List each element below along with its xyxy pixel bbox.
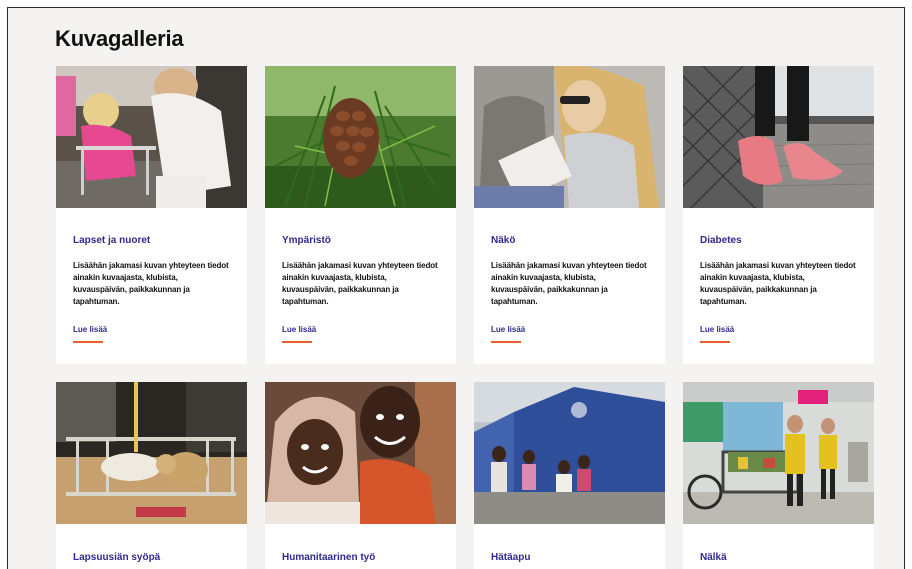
card-image-relief-tents[interactable] [474,382,665,524]
card-title[interactable]: Humanitaarinen työ [282,552,375,563]
gallery-card-diabetes[interactable]: Diabetes Lisäähän jakamasi kuvan yhteyte… [683,66,874,364]
card-image-reading-girl[interactable] [474,66,665,208]
card-title[interactable]: Nälkä [700,552,727,563]
card-image-hospital-crib[interactable] [56,382,247,524]
link-underline [491,341,521,343]
gallery-card-nako[interactable]: Näkö Lisäähän jakamasi kuvan yhteyteen t… [474,66,665,364]
read-more-link[interactable]: Lue lisää [491,325,525,334]
page-title: Kuvagalleria [55,26,184,51]
card-title[interactable]: Lapsuusiän syöpä [73,552,160,563]
card-image-smiling-children[interactable] [265,382,456,524]
card-description: Lisäähän jakamasi kuvan yhteyteen tiedot… [73,261,229,306]
card-image-food-collection[interactable] [683,382,874,524]
gallery-card-nalka[interactable]: Nälkä [683,382,874,569]
gallery-card-humanitaarinen-tyo[interactable]: Humanitaarinen työ [265,382,456,569]
gallery-card-hataapu[interactable]: Hätäapu [474,382,665,569]
read-more-link[interactable]: Lue lisää [73,325,107,334]
gallery-card-ymparisto[interactable]: Ympäristö Lisäähän jakamasi kuvan yhteyt… [265,66,456,364]
card-image-children[interactable] [56,66,247,208]
card-image-pink-shoes[interactable] [683,66,874,208]
card-title[interactable]: Diabetes [700,235,742,246]
gallery-card-lapsuusian-syopa[interactable]: Lapsuusiän syöpä [56,382,247,569]
card-title[interactable]: Näkö [491,235,515,246]
gallery-page: Kuvagalleria Lapset ja nuoret Lisäähän j… [7,7,905,569]
read-more-link[interactable]: Lue lisää [700,325,734,334]
gallery-card-lapset-ja-nuoret[interactable]: Lapset ja nuoret Lisäähän jakamasi kuvan… [56,66,247,364]
card-title[interactable]: Hätäapu [491,552,530,563]
card-description: Lisäähän jakamasi kuvan yhteyteen tiedot… [282,261,438,306]
link-underline [282,341,312,343]
read-more-link[interactable]: Lue lisää [282,325,316,334]
card-image-pinecone[interactable] [265,66,456,208]
card-description: Lisäähän jakamasi kuvan yhteyteen tiedot… [700,261,856,306]
link-underline [73,341,103,343]
card-description: Lisäähän jakamasi kuvan yhteyteen tiedot… [491,261,647,306]
card-title[interactable]: Ympäristö [282,235,331,246]
card-title[interactable]: Lapset ja nuoret [73,235,150,246]
link-underline [700,341,730,343]
